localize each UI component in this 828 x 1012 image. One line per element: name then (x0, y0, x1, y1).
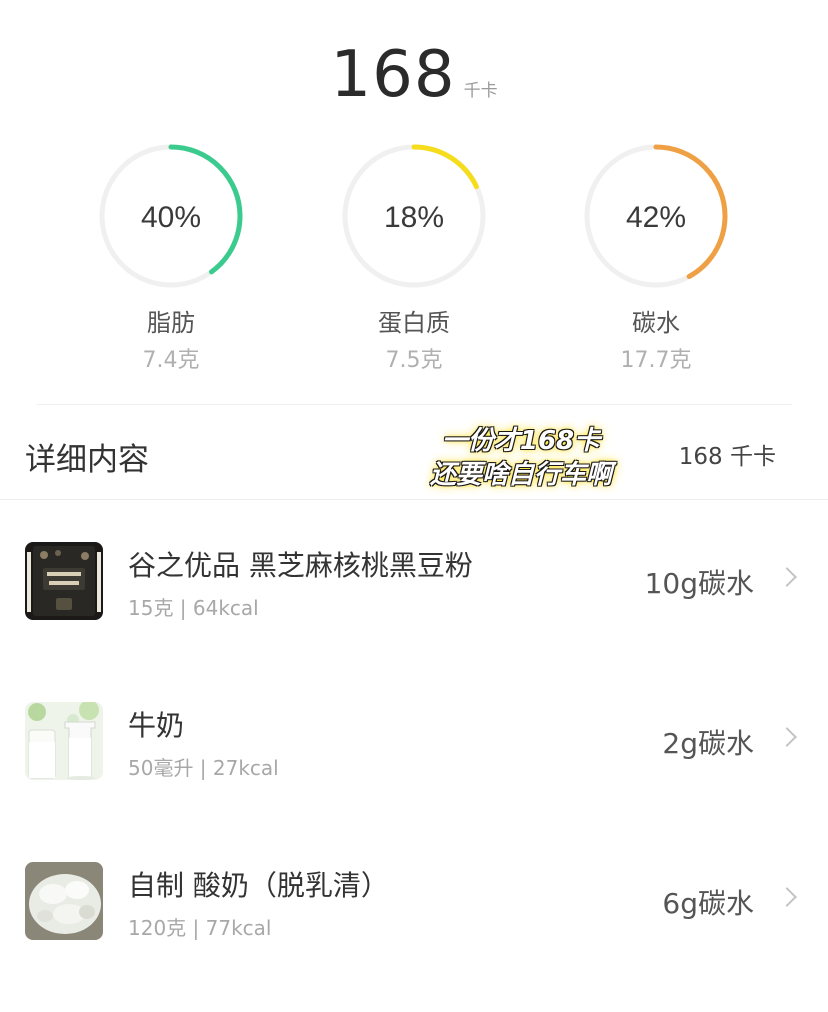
macro-protein: 18% 蛋白质 7.5克 (324, 143, 504, 374)
carbs-ring-chart: 42% (584, 144, 728, 288)
protein-label: 蛋白质 (378, 309, 450, 337)
milk-glasses-icon (25, 702, 103, 780)
fat-percent: 40% (141, 201, 201, 234)
food-item-milk[interactable]: 牛奶 50毫升 | 27kcal 2g碳水 (0, 702, 828, 822)
protein-ring-chart: 18% (342, 144, 486, 288)
carbs-percent: 42% (626, 201, 686, 234)
food-portion-kcal: 120克 | 77kcal (128, 916, 272, 940)
chevron-right-icon (777, 727, 797, 747)
macro-carbs: 42% 碳水 17.7克 (566, 143, 746, 374)
food-name: 谷之优品 黑芝麻核桃黑豆粉 (128, 549, 473, 582)
strained-yogurt-icon (25, 862, 103, 940)
detail-total-calories: 168 千卡 (678, 444, 776, 470)
food-carbs: 10g碳水 (644, 567, 754, 600)
fat-amount: 7.4克 (142, 348, 200, 373)
black-sesame-powder-package-icon (25, 542, 103, 620)
total-calories: 168 千卡 (0, 38, 828, 112)
fat-label: 脂肪 (147, 309, 195, 337)
caption-line-1: 一份才168卡 (441, 426, 601, 456)
chevron-right-icon (777, 887, 797, 907)
caption-overlay: 一份才168卡 还要啥自行车啊 (408, 424, 634, 492)
food-portion-kcal: 50毫升 | 27kcal (128, 756, 279, 780)
protein-amount: 7.5克 (385, 348, 443, 373)
carbs-label: 碳水 (632, 309, 680, 337)
food-name: 牛奶 (128, 709, 185, 742)
section-divider (36, 404, 792, 405)
food-name: 自制 酸奶（脱乳清） (128, 869, 389, 902)
carbs-amount: 17.7克 (620, 348, 692, 373)
caption-line-2: 还要啥自行车啊 (429, 460, 612, 490)
food-carbs: 6g碳水 (662, 887, 754, 920)
protein-percent: 18% (384, 201, 444, 234)
fat-ring-chart: 40% (99, 144, 243, 288)
total-calories-value: 168 (330, 38, 456, 112)
food-carbs: 2g碳水 (662, 727, 754, 760)
total-calories-unit: 千卡 (463, 81, 498, 101)
food-item-black-bean-powder[interactable]: 谷之优品 黑芝麻核桃黑豆粉 15克 | 64kcal 10g碳水 (0, 542, 828, 662)
macro-fat: 40% 脂肪 7.4克 (81, 143, 261, 374)
food-portion-kcal: 15克 | 64kcal (128, 596, 259, 620)
food-item-yogurt[interactable]: 自制 酸奶（脱乳清） 120克 | 77kcal 6g碳水 (0, 862, 828, 982)
detail-title: 详细内容 (25, 442, 149, 478)
chevron-right-icon (777, 567, 797, 587)
